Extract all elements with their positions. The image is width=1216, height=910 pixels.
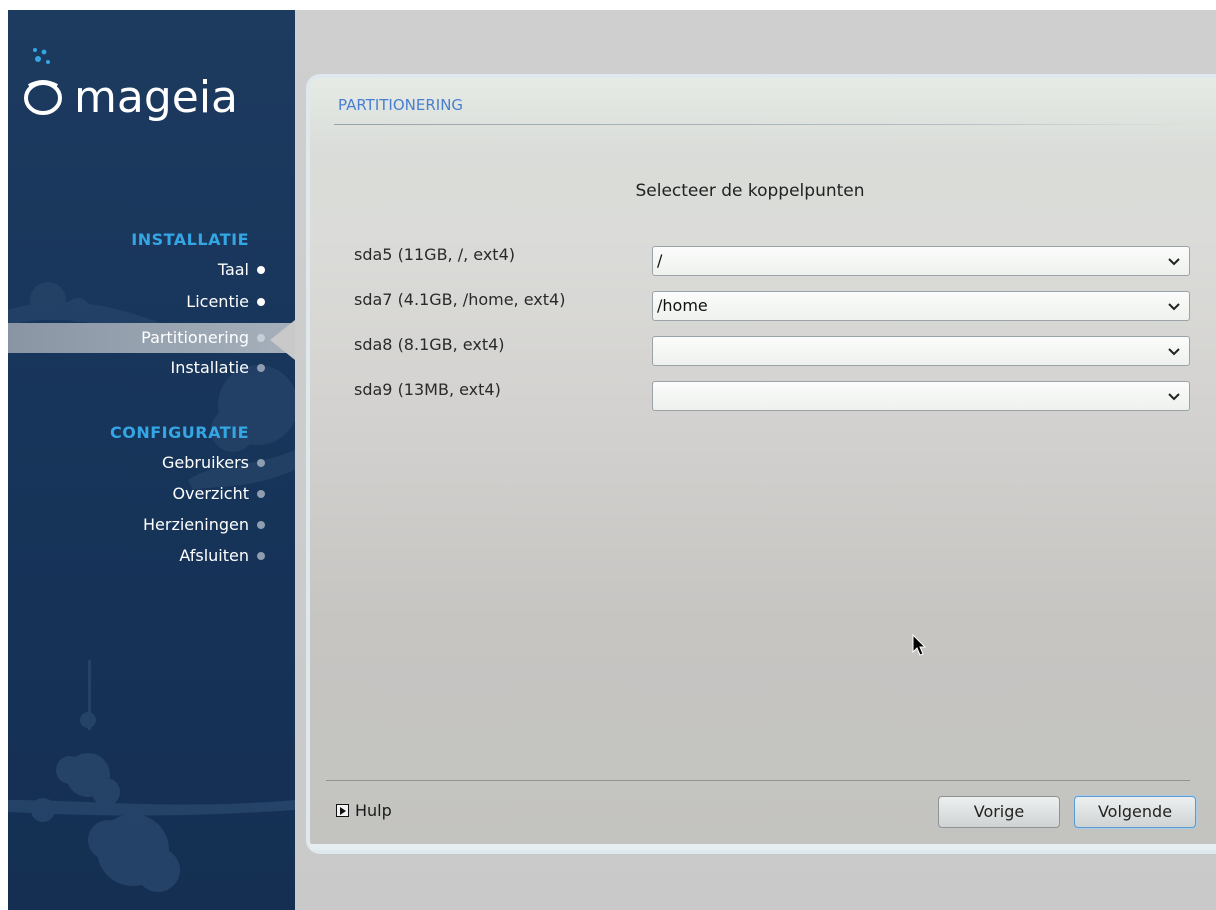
help-toggle[interactable]: Hulp [336, 798, 392, 822]
sidebar-item-label: Afsluiten [179, 546, 249, 565]
footer-divider [326, 780, 1190, 781]
chevron-down-icon [1168, 348, 1180, 356]
sidebar-item-installatie: Installatie [8, 353, 295, 383]
chevron-down-icon [1168, 258, 1180, 266]
panel-footer-strip [310, 844, 1216, 850]
sidebar-item-partitionering: Partitionering [8, 323, 295, 353]
sidebar-item-afsluiten: Afsluiten [8, 541, 295, 571]
status-dot-icon [257, 364, 265, 372]
sidebar-item-herzieningen: Herzieningen [8, 510, 295, 540]
partition-label: sda9 (13MB, ext4) [354, 380, 501, 399]
status-dot-icon [257, 490, 265, 498]
mountpoint-select[interactable] [652, 336, 1190, 366]
sidebar-item-taal: Taal [8, 255, 295, 285]
status-dot-icon [257, 552, 265, 560]
mountpoint-value: /home [657, 296, 708, 315]
main-panel: PARTITIONERING Selecteer de koppelpunten… [306, 74, 1216, 854]
sidebar-item-label: Overzicht [172, 484, 249, 503]
previous-button[interactable]: Vorige [938, 796, 1060, 828]
page-title: PARTITIONERING [338, 96, 464, 114]
sidebar-item-label: Herzieningen [142, 515, 249, 534]
help-label: Hulp [355, 800, 392, 820]
sidebar-item-label: Installatie [170, 358, 249, 377]
sidebar-item-label: Gebruikers [161, 453, 249, 472]
sidebar-item-label: Partitionering [141, 328, 249, 347]
logo-text: mageia [74, 72, 238, 123]
sidebar-item-licentie: Licentie [8, 287, 295, 317]
mountpoint-select[interactable]: /home [652, 291, 1190, 321]
sidebar: mageia INSTALLATIE Taal Licentie Partiti… [8, 10, 295, 910]
partition-label: sda7 (4.1GB, /home, ext4) [354, 290, 566, 309]
status-dot-icon [257, 459, 265, 467]
sidebar-item-label: Taal [217, 260, 249, 279]
expand-triangle-icon [336, 803, 349, 817]
partition-label: sda8 (8.1GB, ext4) [354, 335, 505, 354]
section-heading: Selecteer de koppelpunten [635, 181, 865, 201]
status-dot-icon [257, 521, 265, 529]
next-button[interactable]: Volgende [1074, 796, 1196, 828]
partition-row: sda8 (8.1GB, ext4) [354, 332, 1204, 366]
mountpoint-select[interactable]: / [652, 246, 1190, 276]
mountpoint-value: / [657, 251, 663, 270]
sidebar-item-gebruikers: Gebruikers [8, 448, 295, 478]
status-dot-icon [257, 266, 265, 274]
partition-row: sda9 (13MB, ext4) [354, 377, 1204, 411]
installer-screen: mageia INSTALLATIE Taal Licentie Partiti… [8, 10, 1216, 910]
partition-label: sda5 (11GB, /, ext4) [354, 245, 515, 264]
mountpoint-select[interactable] [652, 381, 1190, 411]
mouse-cursor-icon [912, 634, 927, 656]
partition-row: sda7 (4.1GB, /home, ext4) /home [354, 287, 1204, 321]
partition-row: sda5 (11GB, /, ext4) / [354, 242, 1204, 276]
chevron-down-icon [1168, 393, 1180, 401]
section-configuratie: CONFIGURATIE [110, 423, 249, 442]
sidebar-item-overzicht: Overzicht [8, 479, 295, 509]
mageia-logo: mageia [24, 48, 238, 123]
status-dot-icon [257, 334, 265, 342]
chevron-down-icon [1168, 303, 1180, 311]
sidebar-item-label: Licentie [186, 292, 249, 311]
status-dot-icon [257, 298, 265, 306]
title-divider [334, 124, 1194, 125]
section-installatie: INSTALLATIE [131, 230, 249, 249]
